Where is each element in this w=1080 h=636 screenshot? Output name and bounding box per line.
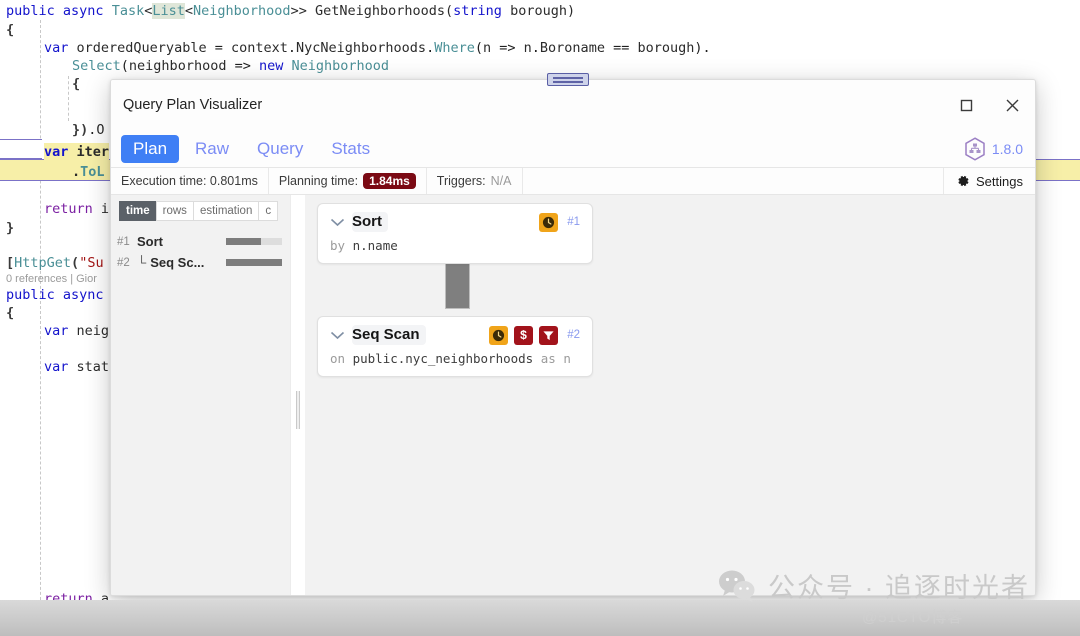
tab-plan[interactable]: Plan bbox=[121, 135, 179, 163]
node-subtitle-prefix: by bbox=[330, 238, 345, 253]
node-badges: $ #2 bbox=[489, 326, 580, 345]
execution-time: Execution time: 0.801ms bbox=[111, 168, 269, 194]
node-metric-bar-fill bbox=[226, 259, 282, 266]
indent-guide bbox=[40, 20, 41, 615]
node-subtitle: on public.nyc_neighborhoods as n bbox=[330, 351, 580, 366]
indent-guide bbox=[68, 76, 69, 121]
triggers-label: Triggers: bbox=[437, 174, 486, 188]
maximize-icon bbox=[960, 99, 973, 112]
node-subtitle-value: public.nyc_neighborhoods bbox=[353, 351, 534, 366]
node-header: Sort #1 bbox=[330, 212, 580, 232]
tab-query[interactable]: Query bbox=[245, 135, 315, 163]
page-bottom-shadow bbox=[0, 600, 1080, 636]
chevron-down-icon[interactable] bbox=[330, 217, 345, 227]
node-name: Seq Sc... bbox=[150, 255, 204, 270]
dialog-tabbar: Plan Raw Query Stats 1.8.0 bbox=[111, 130, 1035, 168]
node-subtitle-suffix: as n bbox=[541, 351, 571, 366]
close-button[interactable] bbox=[989, 85, 1035, 125]
code-line: var stat bbox=[44, 358, 109, 376]
planning-time-badge: 1.84ms bbox=[363, 173, 416, 189]
node-title: Sort bbox=[352, 212, 388, 232]
metric-tab-cost[interactable]: c bbox=[258, 201, 278, 221]
dialog-drag-handle[interactable] bbox=[547, 73, 589, 86]
plan-node-seq-scan[interactable]: Seq Scan $ #2 on bbox=[317, 316, 593, 377]
maximize-button[interactable] bbox=[943, 85, 989, 125]
code-line: var neig bbox=[44, 322, 109, 340]
clock-badge-icon[interactable] bbox=[489, 326, 508, 345]
metric-tab-time[interactable]: time bbox=[119, 201, 156, 221]
tab-stats[interactable]: Stats bbox=[319, 135, 382, 163]
code-line: var orderedQueryable = context.NycNeighb… bbox=[44, 39, 711, 57]
node-number: #1 bbox=[567, 216, 580, 228]
triggers-value: N/A bbox=[491, 174, 512, 188]
planning-time: Planning time: 1.84ms bbox=[269, 168, 427, 194]
query-plan-visualizer-dialog: Query Plan Visualizer Plan Raw Query Sta… bbox=[110, 79, 1036, 596]
node-metric-bar bbox=[226, 238, 282, 245]
close-icon bbox=[1005, 98, 1020, 113]
dialog-titlebar: Query Plan Visualizer bbox=[111, 80, 1035, 130]
dialog-statusbar: Execution time: 0.801ms Planning time: 1… bbox=[111, 168, 1035, 195]
plan-node-list-panel: time rows estimation c #1 Sort #2 └ Seq … bbox=[111, 195, 291, 595]
code-line: public async bbox=[6, 286, 104, 304]
node-title: Seq Scan bbox=[352, 325, 426, 345]
node-subtitle-prefix: on bbox=[330, 351, 345, 366]
metric-tab-rows[interactable]: rows bbox=[156, 201, 193, 221]
gear-icon bbox=[956, 174, 970, 188]
node-name: Sort bbox=[137, 234, 163, 249]
node-header: Seq Scan $ #2 bbox=[330, 325, 580, 345]
drag-handle-line bbox=[553, 77, 583, 79]
svg-text:$: $ bbox=[520, 328, 527, 342]
plan-hexagon-icon bbox=[964, 137, 986, 161]
version-indicator: 1.8.0 bbox=[964, 137, 1023, 161]
window-controls bbox=[943, 85, 1035, 125]
code-line: } bbox=[6, 219, 14, 237]
plan-canvas[interactable]: Sort #1 by n.name bbox=[305, 195, 1035, 595]
node-badges: #1 bbox=[539, 213, 580, 232]
drag-handle-line bbox=[553, 81, 583, 83]
tab-raw[interactable]: Raw bbox=[183, 135, 241, 163]
node-metric-bar bbox=[226, 259, 282, 266]
plan-node-sort[interactable]: Sort #1 by n.name bbox=[317, 203, 593, 264]
code-line: }).O bbox=[72, 121, 105, 139]
node-index: #1 bbox=[117, 236, 137, 248]
dialog-body: time rows estimation c #1 Sort #2 └ Seq … bbox=[111, 195, 1035, 595]
node-metric-bar-fill bbox=[226, 238, 261, 245]
code-line: { bbox=[72, 75, 80, 93]
settings-label: Settings bbox=[976, 174, 1023, 189]
node-subtitle-value: n.name bbox=[353, 238, 398, 253]
current-line-gutter bbox=[0, 139, 42, 159]
code-line: Select(neighborhood => new Neighborhood bbox=[72, 57, 389, 75]
triggers: Triggers: N/A bbox=[427, 168, 523, 194]
node-index: #2 bbox=[117, 257, 137, 269]
node-number: #2 bbox=[567, 329, 580, 341]
code-line: .ToL bbox=[72, 163, 105, 181]
code-line: public async Task<List<Neighborhood>> Ge… bbox=[6, 2, 575, 20]
list-item[interactable]: #2 └ Seq Sc... bbox=[117, 252, 290, 273]
node-list: #1 Sort #2 └ Seq Sc... bbox=[111, 221, 290, 273]
node-subtitle: by n.name bbox=[330, 238, 580, 253]
tree-branch-icon: └ bbox=[137, 255, 146, 270]
metric-tab-estimation[interactable]: estimation bbox=[193, 201, 258, 221]
execution-time-label: Execution time: 0.801ms bbox=[121, 174, 258, 188]
code-line: { bbox=[6, 21, 14, 39]
code-line: { bbox=[6, 304, 14, 322]
rows-filter-badge-icon[interactable] bbox=[539, 326, 558, 345]
planning-time-label: Planning time: bbox=[279, 174, 358, 188]
metric-tabs: time rows estimation c bbox=[119, 201, 290, 221]
cost-badge-icon[interactable]: $ bbox=[514, 326, 533, 345]
settings-button[interactable]: Settings bbox=[943, 168, 1035, 194]
version-label: 1.8.0 bbox=[992, 141, 1023, 157]
splitter-grip[interactable] bbox=[296, 391, 300, 429]
clock-badge-icon[interactable] bbox=[539, 213, 558, 232]
code-line: var iter bbox=[44, 143, 109, 161]
panel-splitter[interactable] bbox=[291, 195, 305, 595]
chevron-down-icon[interactable] bbox=[330, 330, 345, 340]
dialog-title: Query Plan Visualizer bbox=[123, 97, 262, 113]
list-item[interactable]: #1 Sort bbox=[117, 231, 290, 252]
code-line: return i bbox=[44, 200, 109, 218]
